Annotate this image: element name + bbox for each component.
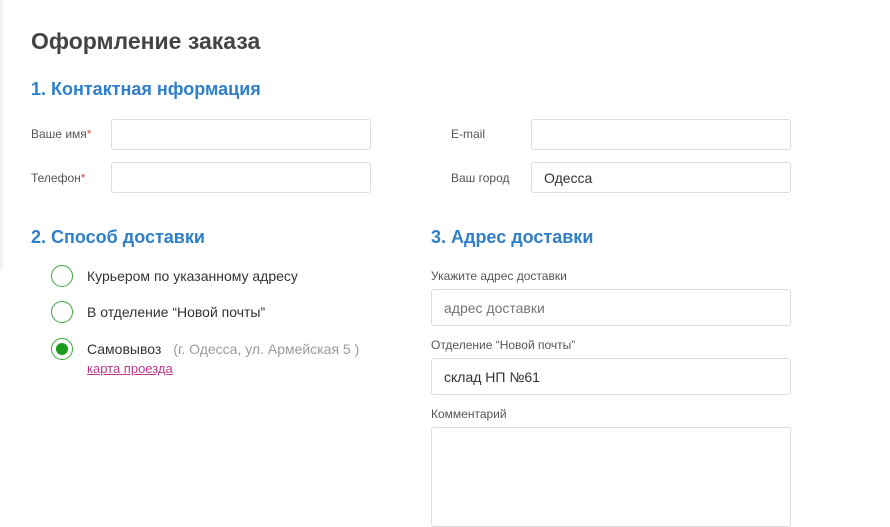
phone-required-mark: * (80, 171, 86, 185)
radio-courier[interactable] (51, 265, 73, 287)
radio-pickup[interactable] (51, 338, 73, 360)
pickup-address: (г. Одесса, ул. Армейская 5 ) (173, 341, 360, 357)
delivery-option-nova-poshta-label: В отделение “Новой почты” (87, 304, 266, 320)
delivery-option-courier[interactable]: Курьером по указанному адресу (51, 265, 298, 287)
phone-label: Телефон* (31, 171, 85, 185)
radio-nova-poshta[interactable] (51, 301, 73, 323)
email-label: E-mail (451, 127, 486, 141)
delivery-section-heading: 2. Способ доставки (31, 227, 205, 247)
page-title: Оформление заказа (31, 28, 261, 54)
comment-textarea[interactable] (431, 427, 791, 527)
city-input[interactable] (531, 162, 791, 193)
phone-label-text: Телефон (31, 171, 81, 185)
contact-section-heading: 1. Контактная нформация (31, 79, 261, 99)
city-label: Ваш город (451, 171, 510, 185)
radio-selected-dot (56, 343, 68, 355)
address-input[interactable] (431, 289, 791, 326)
map-link[interactable]: карта проезда (87, 361, 173, 376)
left-edge-bar (0, 0, 3, 270)
name-input[interactable] (111, 119, 371, 150)
email-input[interactable] (531, 119, 791, 150)
delivery-option-nova-poshta[interactable]: В отделение “Новой почты” (51, 301, 265, 323)
np-branch-input[interactable] (431, 358, 791, 395)
delivery-option-pickup-label: Самовывоз (87, 341, 162, 357)
np-branch-label: Отделение “Новой почты” (431, 338, 576, 352)
delivery-option-pickup[interactable]: Самовывоз (г. Одесса, ул. Армейская 5 ) (51, 338, 359, 360)
comment-label: Комментарий (431, 407, 507, 421)
phone-input[interactable] (111, 162, 371, 193)
delivery-option-courier-label: Курьером по указанному адресу (87, 268, 298, 284)
name-label: Ваше имя* (31, 127, 91, 141)
name-label-text: Ваше имя (31, 127, 87, 141)
address-label: Укажите адрес доставки (431, 269, 567, 283)
name-required-mark: * (86, 127, 92, 141)
address-section-heading: 3. Адрес доставки (431, 227, 594, 247)
